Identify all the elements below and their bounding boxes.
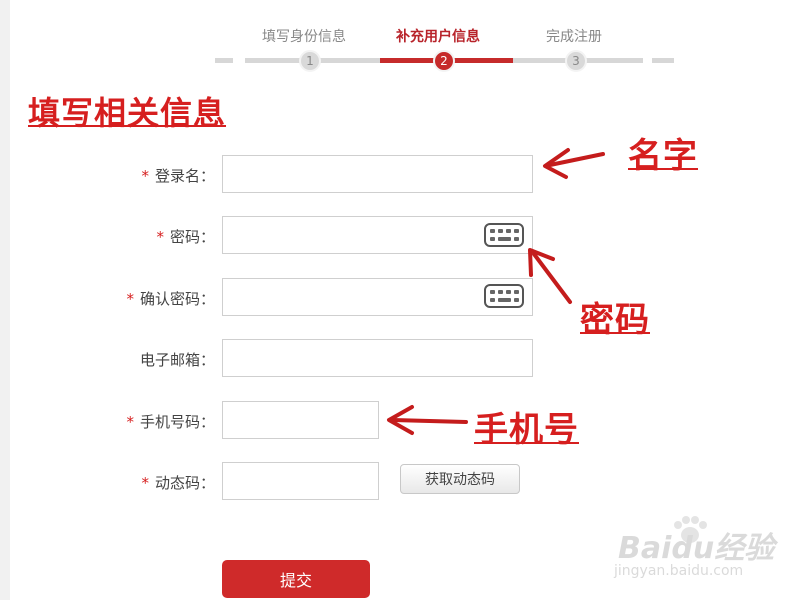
watermark: Baidu经验 jingyan.baidu.com (608, 515, 793, 595)
arrow-icon (528, 248, 572, 304)
annotation-arrows (387, 148, 605, 435)
arrow-icon (387, 405, 468, 435)
watermark-url: jingyan.baidu.com (614, 563, 744, 579)
arrow-icon (543, 148, 605, 179)
watermark-logo: Baidu经验 (618, 531, 775, 566)
